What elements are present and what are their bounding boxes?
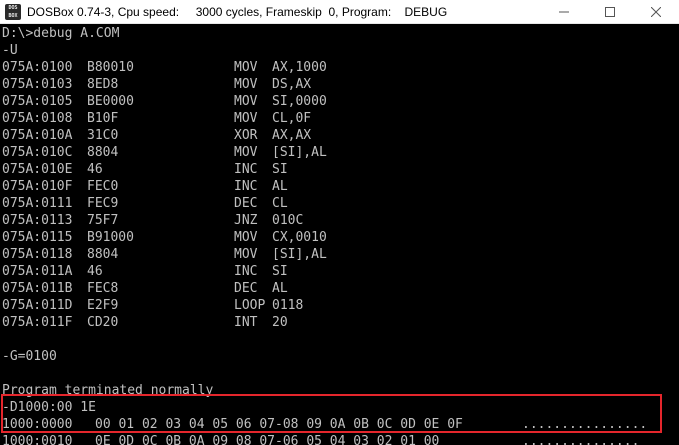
- disassembly-operands: AX,1000: [272, 60, 327, 75]
- dosbox-window: DOS BOX DOSBox 0.74-3, Cpu speed: 3000 c…: [0, 0, 679, 445]
- disassembly-operands: [SI],AL: [272, 145, 327, 160]
- disassembly-machine-code: 8804: [87, 247, 119, 262]
- disassembly-machine-code: BE0000: [87, 94, 134, 109]
- memory-dump-ascii: ................: [522, 417, 648, 432]
- disassembly-address: 075A:010C: [2, 145, 73, 160]
- disassembly-machine-code: 31C0: [87, 128, 119, 143]
- disassembly-mnemonic: MOV: [234, 111, 258, 126]
- disassembly-machine-code: E2F9: [87, 298, 119, 313]
- disassembly-operands: SI,0000: [272, 94, 327, 109]
- disassembly-machine-code: B91000: [87, 230, 134, 245]
- disassembly-address: 075A:0115: [2, 230, 73, 245]
- app-icon-label-bottom: BOX: [8, 12, 18, 19]
- window-title: DOSBox 0.74-3, Cpu speed: 3000 cycles, F…: [27, 4, 448, 19]
- disassembly-machine-code: FEC8: [87, 281, 119, 296]
- disassembly-machine-code: CD20: [87, 315, 119, 330]
- disassembly-operands: AX,AX: [272, 128, 312, 143]
- disassembly-address: 075A:0103: [2, 77, 73, 92]
- disassembly-operands: SI: [272, 264, 288, 279]
- close-icon: [651, 7, 661, 17]
- disassembly-mnemonic: MOV: [234, 77, 258, 92]
- window-controls: [541, 0, 679, 24]
- disassembly-address: 075A:010A: [2, 128, 73, 143]
- disassembly-mnemonic: MOV: [234, 94, 258, 109]
- disassembly-operands: AL: [272, 179, 288, 194]
- memory-dump-ascii: ...............: [522, 434, 640, 445]
- minimize-button[interactable]: [541, 0, 587, 24]
- disassembly-mnemonic: INC: [234, 264, 258, 279]
- disassembly-mnemonic: DEC: [234, 196, 258, 211]
- console-go-command: -G=0100: [2, 349, 57, 364]
- disassembly-operands: SI: [272, 162, 288, 177]
- title-bar[interactable]: DOS BOX DOSBox 0.74-3, Cpu speed: 3000 c…: [0, 0, 679, 24]
- disassembly-mnemonic: LOOP: [234, 298, 266, 313]
- close-button[interactable]: [633, 0, 679, 24]
- memory-dump-bytes: 0E 0D 0C 0B 0A 09 08 07-06 05 04 03 02 0…: [95, 434, 440, 445]
- disassembly-address: 075A:011B: [2, 281, 73, 296]
- console-dump-command: -D1000:00 1E: [2, 400, 96, 415]
- disassembly-mnemonic: DEC: [234, 281, 258, 296]
- disassembly-machine-code: 46: [87, 264, 103, 279]
- disassembly-operands: CL,0F: [272, 111, 312, 126]
- disassembly-operands: 010C: [272, 213, 304, 228]
- maximize-icon: [605, 7, 615, 17]
- disassembly-machine-code: 8ED8: [87, 77, 119, 92]
- disassembly-mnemonic: MOV: [234, 60, 258, 75]
- disassembly-mnemonic: INC: [234, 179, 258, 194]
- disassembly-machine-code: B10F: [87, 111, 119, 126]
- console-unassemble-command: -U: [2, 43, 18, 58]
- disassembly-mnemonic: MOV: [234, 247, 258, 262]
- disassembly-operands: CX,0010: [272, 230, 327, 245]
- disassembly-address: 075A:0118: [2, 247, 73, 262]
- disassembly-address: 075A:0111: [2, 196, 73, 211]
- disassembly-operands: AL: [272, 281, 288, 296]
- disassembly-address: 075A:010E: [2, 162, 73, 177]
- disassembly-operands: CL: [272, 196, 288, 211]
- disassembly-address: 075A:011A: [2, 264, 73, 279]
- console-terminated-message: Program terminated normally: [2, 383, 214, 398]
- minimize-icon: [559, 11, 569, 13]
- dos-console-screen[interactable]: D:\>debug A.COM -U 075A:0100 B80010 MOV AX,…: [2, 25, 677, 445]
- memory-dump-address: 1000:0010: [2, 434, 73, 445]
- disassembly-operands: DS,AX: [272, 77, 312, 92]
- disassembly-address: 075A:0113: [2, 213, 73, 228]
- maximize-button[interactable]: [587, 0, 633, 24]
- disassembly-machine-code: FEC9: [87, 196, 119, 211]
- disassembly-operands: 0118: [272, 298, 304, 313]
- dosbox-app-icon: DOS BOX: [5, 3, 21, 20]
- disassembly-machine-code: B80010: [87, 60, 134, 75]
- disassembly-address: 075A:0105: [2, 94, 73, 109]
- disassembly-address: 075A:0108: [2, 111, 73, 126]
- memory-dump-address: 1000:0000: [2, 417, 73, 432]
- memory-dump-bytes: 00 01 02 03 04 05 06 07-08 09 0A 0B 0C 0…: [95, 417, 463, 432]
- disassembly-machine-code: FEC0: [87, 179, 119, 194]
- disassembly-mnemonic: JNZ: [234, 213, 258, 228]
- disassembly-address: 075A:011D: [2, 298, 73, 313]
- app-icon-label-top: DOS: [8, 4, 18, 11]
- disassembly-address: 075A:010F: [2, 179, 73, 194]
- disassembly-machine-code: 75F7: [87, 213, 119, 228]
- disassembly-address: 075A:011F: [2, 315, 73, 330]
- disassembly-machine-code: 8804: [87, 145, 119, 160]
- disassembly-machine-code: 46: [87, 162, 103, 177]
- disassembly-operands: 20: [272, 315, 288, 330]
- disassembly-operands: [SI],AL: [272, 247, 327, 262]
- disassembly-mnemonic: INT: [234, 315, 258, 330]
- console-prompt-line: D:\>debug A.COM: [2, 26, 120, 41]
- disassembly-address: 075A:0100: [2, 60, 73, 75]
- disassembly-mnemonic: XOR: [234, 128, 258, 143]
- disassembly-mnemonic: MOV: [234, 145, 258, 160]
- disassembly-mnemonic: INC: [234, 162, 258, 177]
- disassembly-mnemonic: MOV: [234, 230, 258, 245]
